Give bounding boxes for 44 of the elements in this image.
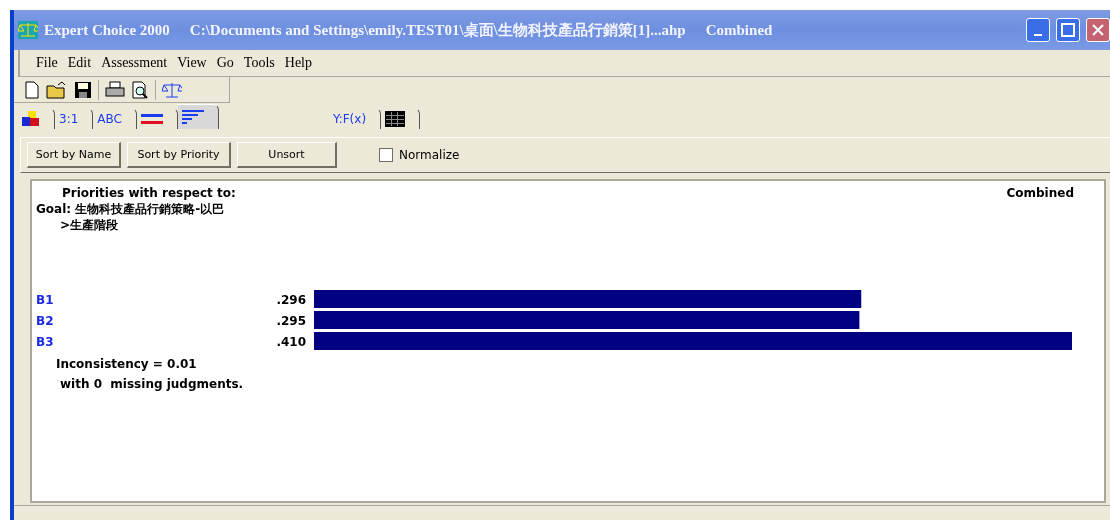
normalize-label: Normalize: [399, 148, 460, 162]
maximize-button[interactable]: [1056, 18, 1080, 42]
inconsistency-text: Inconsistency = 0.01: [55, 356, 198, 372]
close-icon: [1091, 23, 1105, 37]
sort-icon: [181, 110, 204, 124]
missing-judgments-text: with 0 missing judgments.: [59, 376, 245, 392]
save-icon[interactable]: [74, 80, 92, 99]
table-icon: [385, 111, 406, 127]
sort-button[interactable]: Sort by Priority: [127, 142, 231, 168]
priority-value: .410: [276, 335, 306, 349]
scale-logo-icon: [18, 21, 38, 39]
menu-item[interactable]: File: [36, 55, 58, 71]
app-title: Expert Choice 2000: [44, 21, 170, 39]
minimize-button[interactable]: [1026, 18, 1050, 42]
lines-icon: [140, 113, 163, 125]
alternative-name: B3: [36, 335, 54, 349]
priority-value: .296: [276, 293, 306, 307]
menu-item[interactable]: Assessment: [101, 55, 168, 71]
normalize-checkbox[interactable]: [379, 148, 393, 162]
alternative-name: B2: [36, 314, 54, 328]
menu-item[interactable]: View: [177, 55, 207, 71]
close-button[interactable]: [1086, 18, 1110, 42]
new-document-icon[interactable]: [24, 80, 40, 99]
priority-value: .295: [276, 314, 306, 328]
report-heading: Priorities with respect to:: [62, 185, 236, 201]
file-path: C:\Documents and Settings\emily.TEST01\桌面\生物科技產品行銷策[1]...ahp: [189, 20, 686, 40]
report-mode: Combined: [1006, 185, 1074, 201]
printer-icon[interactable]: [105, 80, 125, 99]
menu-item[interactable]: Tools: [243, 55, 275, 71]
balance-scale-icon[interactable]: [162, 80, 182, 99]
menu-item[interactable]: Help: [284, 55, 312, 71]
alternative-name: B1: [36, 293, 54, 307]
goal-label: Goal: 生物科技產品行銷策略-以巴: [36, 201, 226, 217]
minimize-icon: [1034, 34, 1042, 36]
goal-path: >生產階段: [59, 217, 120, 233]
menu-item[interactable]: Edit: [67, 55, 92, 71]
window-mode: Combined: [705, 21, 773, 39]
menu-item[interactable]: Go: [216, 55, 234, 71]
sort-button[interactable]: Unsort: [237, 142, 337, 168]
print-preview-icon[interactable]: [131, 80, 149, 99]
maximize-icon: [1061, 23, 1075, 37]
folder-icon[interactable]: [46, 80, 68, 99]
blocks-icon: [22, 111, 40, 127]
sort-button[interactable]: Sort by Name: [27, 142, 121, 168]
